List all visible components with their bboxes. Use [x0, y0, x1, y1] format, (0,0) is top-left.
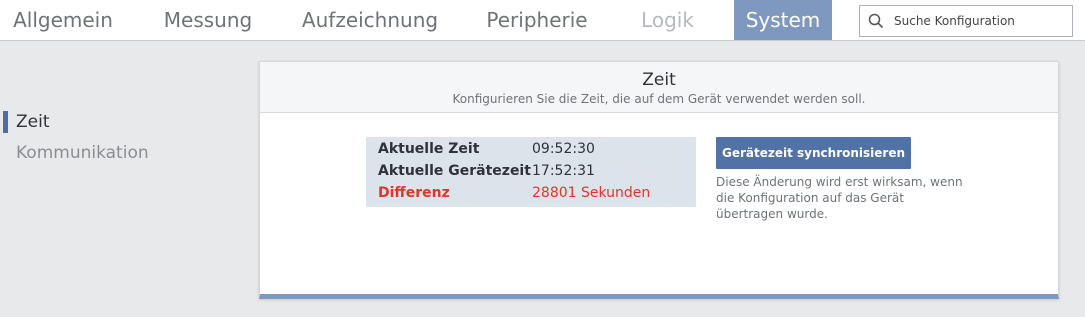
- tab-messung[interactable]: Messung: [145, 0, 271, 40]
- search-box[interactable]: [859, 5, 1073, 37]
- device-time-label: Aktuelle Gerätezeit: [378, 163, 531, 179]
- difference-row: Differenz 28801 Sekunden: [378, 182, 650, 204]
- top-navigation: Allgemein Messung Aufzeichnung Peripheri…: [0, 0, 1085, 41]
- tab-allgemein[interactable]: Allgemein: [0, 0, 126, 40]
- current-time-value: 09:52:30: [532, 141, 595, 157]
- device-time-row: Aktuelle Gerätezeit 17:52:31: [378, 160, 595, 182]
- device-time-value: 17:52:31: [532, 163, 595, 179]
- sync-device-time-button[interactable]: Gerätezeit synchronisieren: [716, 137, 911, 169]
- sidebar-item-label: Zeit: [16, 112, 50, 132]
- sidebar-item-label: Kommunikation: [16, 143, 149, 163]
- search-input[interactable]: [892, 13, 1066, 29]
- card-title: Zeit: [642, 70, 676, 90]
- difference-value: 28801 Sekunden: [532, 185, 651, 201]
- tab-system[interactable]: System: [734, 0, 832, 40]
- tab-aufzeichnung[interactable]: Aufzeichnung: [290, 0, 450, 40]
- card-subtitle: Konfigurieren Sie die Zeit, die auf dem …: [452, 92, 866, 106]
- current-time-label: Aktuelle Zeit: [378, 141, 480, 157]
- difference-label: Differenz: [378, 185, 450, 201]
- sync-note: Diese Änderung wird erst wirksam, wenn d…: [716, 175, 963, 221]
- tab-logik[interactable]: Logik: [620, 0, 715, 40]
- search-icon: [868, 13, 884, 29]
- card-header: Zeit Konfigurieren Sie die Zeit, die auf…: [260, 62, 1058, 113]
- time-comparison-box: Aktuelle Zeit 09:52:30 Aktuelle Geräteze…: [366, 137, 696, 207]
- sidebar-item-kommunikation[interactable]: Kommunikation: [0, 141, 149, 165]
- tab-peripherie[interactable]: Peripherie: [472, 0, 602, 40]
- current-time-row: Aktuelle Zeit 09:52:30: [378, 138, 595, 160]
- time-config-card: Zeit Konfigurieren Sie die Zeit, die auf…: [259, 61, 1059, 299]
- sidebar-item-zeit[interactable]: Zeit: [0, 110, 50, 134]
